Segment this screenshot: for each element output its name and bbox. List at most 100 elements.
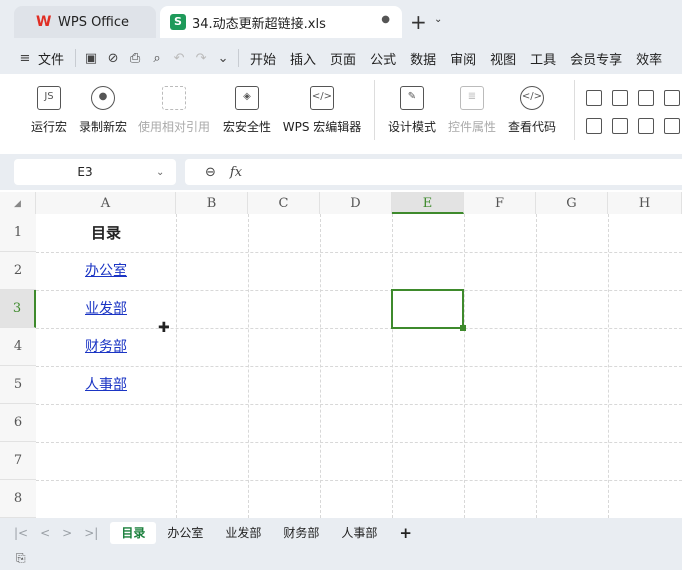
print-preview-icon[interactable]: ⌕ — [146, 48, 168, 68]
menu-file[interactable]: 文件 — [36, 49, 71, 68]
grid-line — [36, 480, 682, 481]
name-box-value: E3 — [77, 165, 93, 179]
run-macro-label: 运行宏 — [30, 120, 67, 134]
cell-a1[interactable]: 目录 — [36, 214, 176, 252]
sheet-tab-finance[interactable]: 财务部 — [272, 522, 330, 544]
name-box-chevron-icon[interactable]: ⌄ — [156, 167, 176, 178]
cell-a2-link[interactable]: 办公室 — [36, 252, 176, 290]
fill-handle[interactable] — [460, 325, 466, 331]
cell-a3-link[interactable]: 业发部 — [36, 290, 176, 328]
column-header-d[interactable]: D — [320, 192, 392, 214]
unsaved-dot-icon[interactable]: ● — [381, 14, 390, 25]
menu-insert[interactable]: 插入 — [283, 49, 323, 68]
design-mode-button[interactable]: ✎ 设计模式 — [386, 82, 438, 135]
cell-a5-link[interactable]: 人事部 — [36, 366, 176, 404]
row-header-4[interactable]: 4 — [0, 328, 36, 366]
next-sheet-icon[interactable]: > — [56, 526, 78, 540]
column-header-g[interactable]: G — [536, 192, 608, 214]
save-icon[interactable]: ▣ — [80, 48, 102, 68]
active-cell-e3[interactable] — [391, 289, 464, 329]
zoom-icon[interactable]: ⊖ — [205, 165, 216, 180]
menu-divider — [75, 49, 77, 67]
menu-view[interactable]: 视图 — [483, 49, 523, 68]
menu-review[interactable]: 审阅 — [443, 49, 483, 68]
sheet-tab-contents[interactable]: 目录 — [110, 522, 157, 544]
fx-icon[interactable]: fx — [230, 165, 242, 180]
design-mode-icon: ✎ — [400, 86, 424, 110]
hamburger-menu-icon[interactable]: ≡ — [14, 48, 36, 68]
status-bar: ⎘ — [0, 548, 682, 570]
relative-ref-icon — [162, 86, 186, 110]
column-header-a[interactable]: A — [36, 192, 176, 214]
column-header-c[interactable]: C — [248, 192, 320, 214]
row-header-2[interactable]: 2 — [0, 252, 36, 290]
spin-control-icon[interactable] — [638, 90, 654, 106]
print-icon[interactable]: ⎙ — [124, 48, 146, 68]
row-header-1[interactable]: 1 — [0, 214, 36, 252]
tab-wps-office[interactable]: W WPS Office — [14, 6, 156, 38]
grid-line — [536, 214, 537, 518]
menu-member[interactable]: 会员专享 — [563, 49, 629, 68]
tab-file-label: 34.动态更新超链接.xls — [192, 16, 326, 32]
row-header-5[interactable]: 5 — [0, 366, 36, 404]
form-control-button-icon[interactable] — [586, 90, 602, 106]
row-header-7[interactable]: 7 — [0, 442, 36, 480]
column-header-b[interactable]: B — [176, 192, 248, 214]
design-mode-label: 设计模式 — [387, 120, 436, 134]
add-sheet-button[interactable]: + — [388, 522, 423, 544]
first-sheet-icon[interactable]: |< — [8, 526, 34, 540]
run-macro-button[interactable]: JS 运行宏 — [24, 82, 74, 135]
macro-security-icon: ◈ — [235, 86, 259, 110]
row-header-8[interactable]: 8 — [0, 480, 36, 518]
menu-bar: ≡ 文件 ▣ ⊘ ⎙ ⌕ ↶ ↷ ⌄ 开始 插入 页面 公式 数据 审阅 视图 … — [0, 42, 682, 74]
label-control-icon[interactable] — [586, 118, 602, 134]
menu-efficiency[interactable]: 效率 — [629, 49, 669, 68]
sheet-tab-office[interactable]: 办公室 — [156, 522, 214, 544]
spreadsheet-grid[interactable]: ◢ A B C D E F G H 1 2 3 4 5 6 7 8 目录 办公室… — [0, 192, 682, 518]
combo-control-icon[interactable] — [664, 90, 680, 106]
undo-icon[interactable]: ↶ — [168, 48, 190, 68]
relative-ref-button[interactable]: 使用相对引用 — [136, 82, 212, 135]
share-icon[interactable]: ⊘ — [102, 48, 124, 68]
row-header-3[interactable]: 3 — [0, 290, 36, 328]
redo-icon[interactable]: ↷ — [190, 48, 212, 68]
ribbon-divider — [374, 80, 375, 140]
tab-list-chevron-icon[interactable]: ⌄ — [434, 14, 442, 25]
grid-line — [36, 442, 682, 443]
formula-input[interactable]: ⊖ fx — [185, 159, 682, 185]
column-header-h[interactable]: H — [608, 192, 682, 214]
grid-line — [248, 214, 249, 518]
grid-line — [464, 214, 465, 518]
prev-sheet-icon[interactable]: < — [34, 526, 56, 540]
view-code-button[interactable]: </> 查看代码 — [506, 82, 558, 135]
menu-tools[interactable]: 工具 — [523, 49, 563, 68]
column-header-f[interactable]: F — [464, 192, 536, 214]
tab-wps-label: WPS Office — [58, 14, 130, 30]
menu-home[interactable]: 开始 — [243, 49, 283, 68]
column-header-e[interactable]: E — [392, 192, 464, 214]
sheet-tab-hr[interactable]: 人事部 — [330, 522, 388, 544]
record-macro-button[interactable]: ● 录制新宏 — [76, 82, 130, 135]
scrollbar-control-icon[interactable] — [664, 118, 680, 134]
macro-security-button[interactable]: ◈ 宏安全性 — [220, 82, 274, 135]
new-tab-button[interactable]: + — [410, 10, 427, 34]
cell-a4-link[interactable]: 财务部 — [36, 328, 176, 366]
select-all-corner[interactable]: ◢ — [0, 192, 36, 214]
listbox-control-icon[interactable] — [638, 118, 654, 134]
textbox-control-icon[interactable] — [612, 118, 628, 134]
control-properties-button[interactable]: ≣ 控件属性 — [446, 82, 498, 135]
grid-line — [36, 404, 682, 405]
macro-record-status-icon[interactable]: ⎘ — [16, 551, 26, 566]
menu-data[interactable]: 数据 — [403, 49, 443, 68]
checkbox-control-icon[interactable] — [612, 90, 628, 106]
view-code-label: 查看代码 — [507, 120, 556, 134]
sheet-tab-business[interactable]: 业发部 — [214, 522, 272, 544]
last-sheet-icon[interactable]: >| — [78, 526, 104, 540]
row-header-6[interactable]: 6 — [0, 404, 36, 442]
menu-formula[interactable]: 公式 — [363, 49, 403, 68]
menu-page[interactable]: 页面 — [323, 49, 363, 68]
tab-file[interactable]: S 34.动态更新超链接.xls ● — [160, 6, 402, 38]
name-box[interactable]: E3 ⌄ — [14, 159, 176, 185]
more-chevron-icon[interactable]: ⌄ — [212, 48, 234, 68]
macro-editor-button[interactable]: </> WPS 宏编辑器 — [280, 82, 364, 135]
